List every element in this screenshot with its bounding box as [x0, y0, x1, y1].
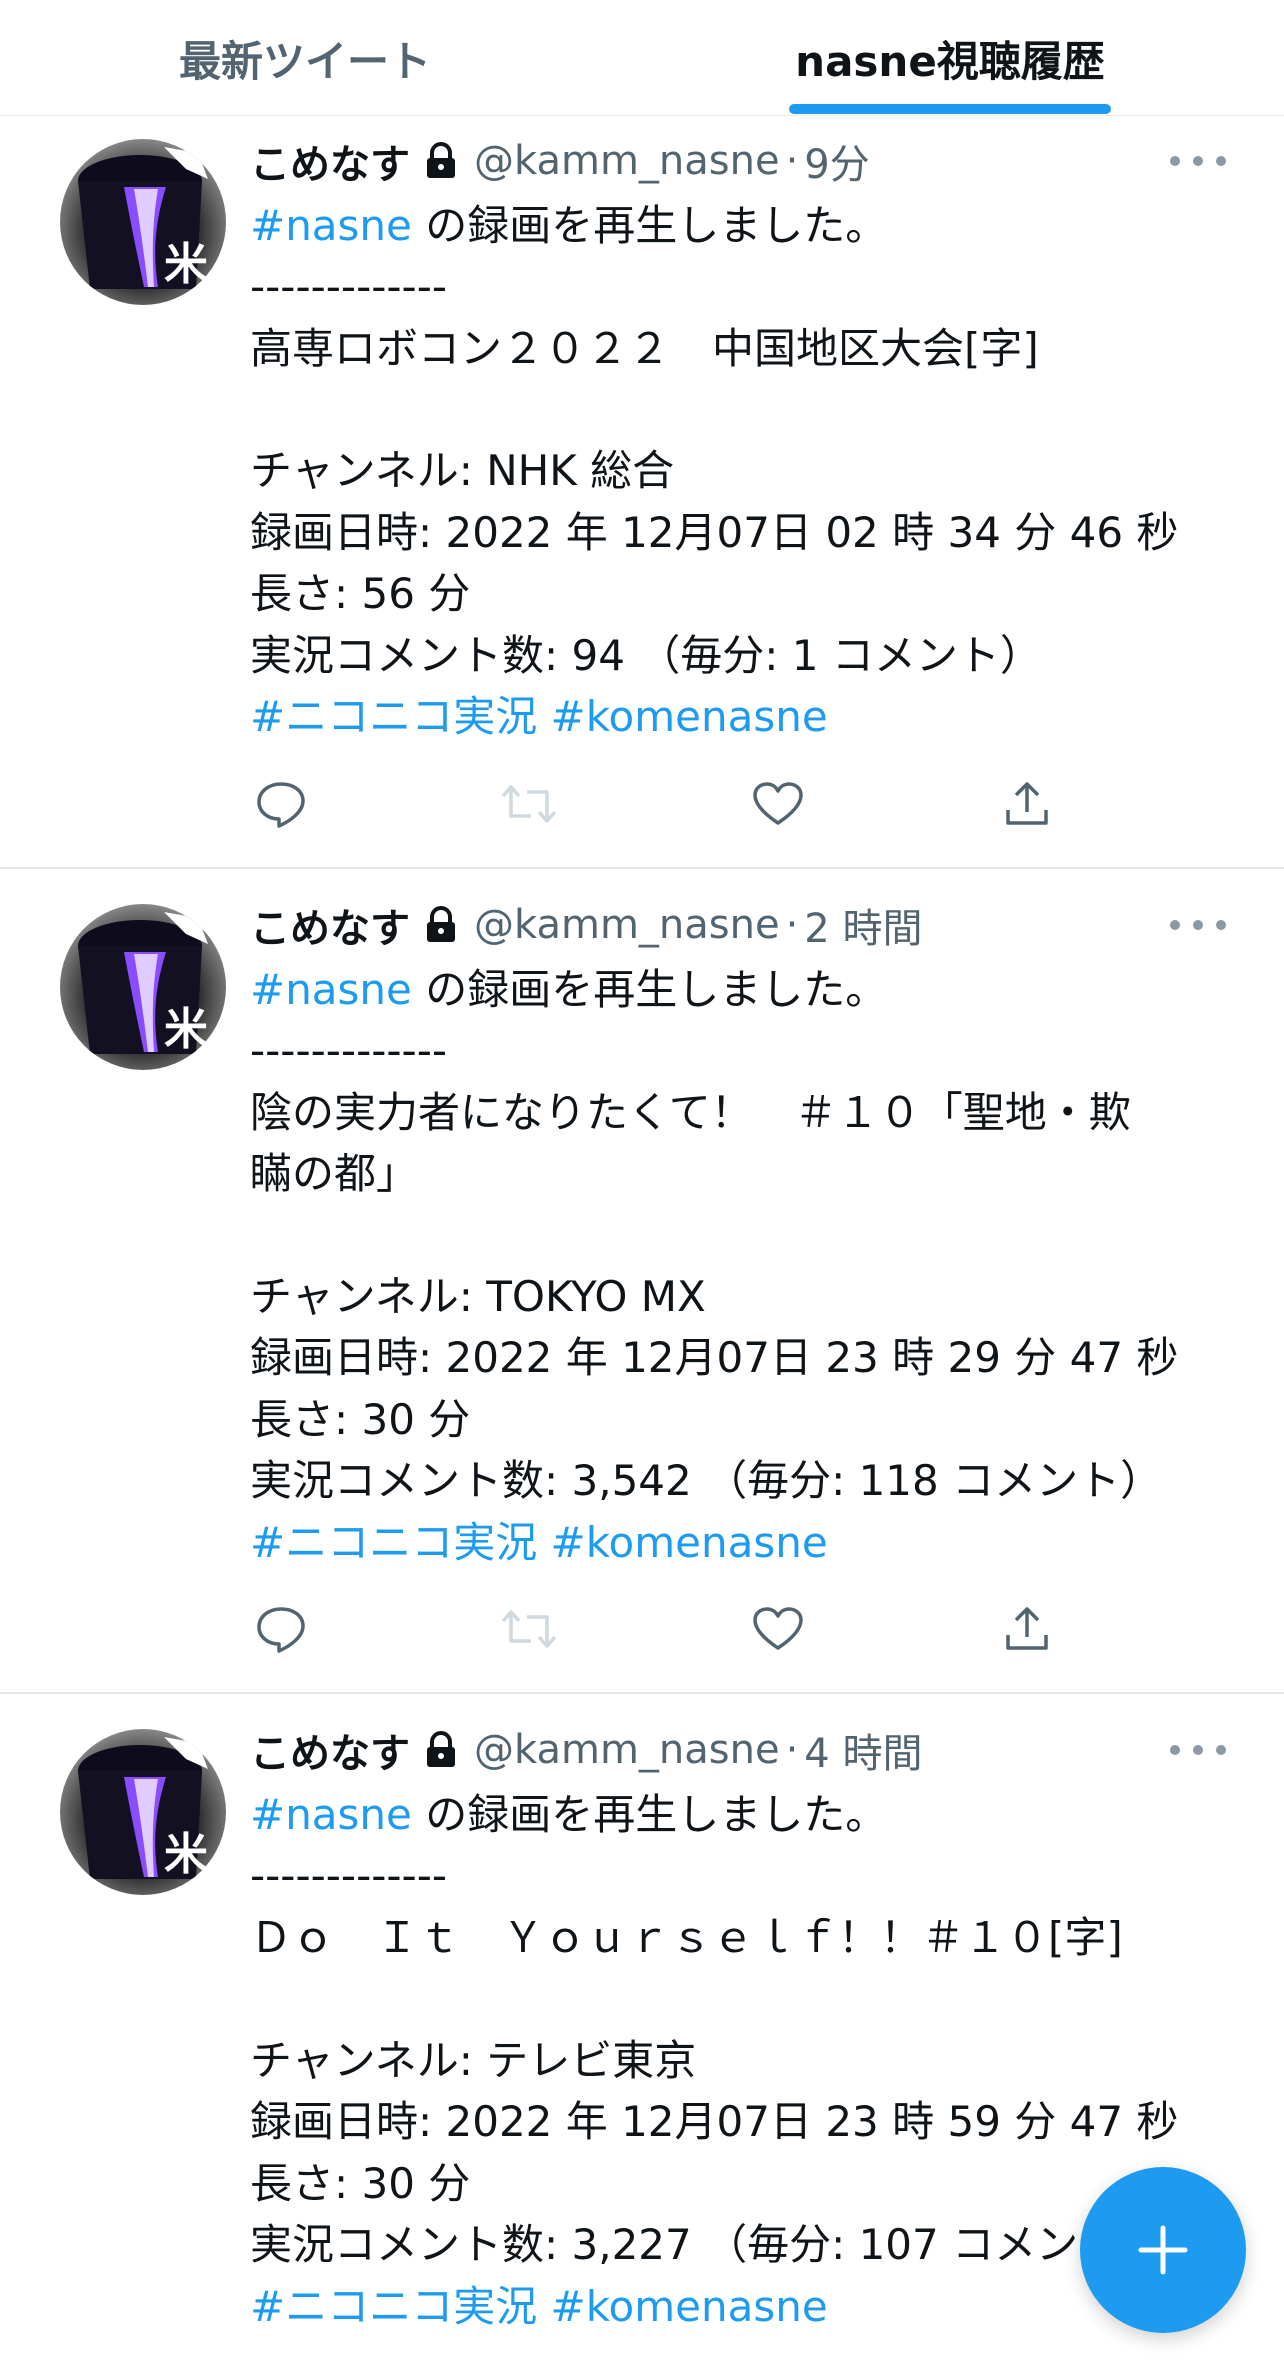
more-icon[interactable] [1170, 1735, 1226, 1765]
lock-icon [424, 1731, 458, 1769]
avatar[interactable]: 米 [60, 904, 226, 1070]
program-title: Ｄｏ Ｉｔ Ｙｏｕｒｓｅｌｆ！！＃１０[字] [250, 1913, 1123, 1962]
divider-text: ------------- [250, 1851, 448, 1900]
tweet-text-intro: #nasne の録画を再生しました。 [250, 195, 887, 257]
avatar[interactable]: 米 [60, 139, 226, 305]
program-title-continued: 瞞の都」 [250, 1149, 419, 1198]
recorded-text: 録画日時: 2022 年 12月07日 23 時 29 分 47 秒 [250, 1333, 1179, 1382]
comments-text: 実況コメント数: 3,227 （毎分: 107 コメント） [250, 2220, 1163, 2269]
svg-text:米: 米 [164, 1829, 208, 1880]
active-tab-indicator [789, 104, 1111, 114]
share-icon[interactable] [996, 773, 1058, 835]
hashtag-link[interactable]: #nasne [250, 1790, 412, 1839]
tweet-time[interactable]: 4 時間 [804, 1721, 922, 1779]
like-icon[interactable] [747, 773, 809, 835]
svg-text:米: 米 [164, 1004, 208, 1055]
display-name[interactable]: こめなす [250, 132, 410, 190]
more-icon[interactable] [1170, 146, 1226, 176]
reply-icon[interactable] [250, 773, 312, 835]
hashtag-link[interactable]: #nasne [250, 201, 412, 250]
separator-dot: · [785, 902, 799, 948]
compose-button[interactable] [1080, 2167, 1246, 2333]
recorded-text: 録画日時: 2022 年 12月07日 02 時 34 分 46 秒 [250, 508, 1179, 557]
tab-latest-label: 最新ツイート [178, 36, 431, 86]
lock-icon [424, 906, 458, 944]
tab-nasne-history[interactable]: nasne視聴履歴 [640, 0, 1260, 116]
tweet-time[interactable]: 9分 [804, 132, 869, 190]
compose-plus-icon [1138, 2225, 1188, 2275]
tweet-time[interactable]: 2 時間 [804, 896, 922, 954]
tweet-header: こめなす @kamm_nasne · 4 時間 [250, 1719, 922, 1781]
tweet-text-intro: #nasne の録画を再生しました。 [250, 959, 887, 1021]
length-text: 長さ: 30 分 [250, 2159, 471, 2208]
tweet-card[interactable]: 米 こめなす @kamm_nasne · 9分 #nasne の録画を再生しまし… [0, 117, 1284, 869]
channel-text: チャンネル: テレビ東京 [250, 2036, 697, 2085]
hashtags-link[interactable]: #ニコニコ実況 #komenasne [250, 1512, 828, 1574]
timeline-tabs: 最新ツイート nasne視聴履歴 [0, 0, 1284, 116]
recorded-text: 録画日時: 2022 年 12月07日 23 時 59 分 47 秒 [250, 2097, 1179, 2146]
comments-text: 実況コメント数: 94 （毎分: 1 コメント） [250, 631, 1042, 680]
hashtags-link[interactable]: #ニコニコ実況 #komenasne [250, 2276, 828, 2338]
tweet-card[interactable]: 米 こめなす @kamm_nasne · 2 時間 #nasne の録画を再生し… [0, 869, 1284, 1694]
tweet-actions [250, 773, 1050, 835]
separator-dot: · [785, 1727, 799, 1773]
divider-text: ------------- [250, 1026, 448, 1075]
retweet-icon[interactable] [498, 773, 560, 835]
retweet-icon[interactable] [498, 1598, 560, 1660]
more-icon[interactable] [1170, 910, 1226, 940]
separator-dot: · [785, 138, 799, 184]
hashtags-link[interactable]: #ニコニコ実況 #komenasne [250, 686, 828, 748]
intro-text: の録画を再生しました。 [411, 201, 888, 250]
tweet-actions [250, 1598, 1050, 1660]
program-title: 高専ロボコン２０２２ 中国地区大会[字] [250, 324, 1039, 373]
hashtag-link[interactable]: #nasne [250, 965, 412, 1014]
length-text: 長さ: 30 分 [250, 1395, 471, 1444]
avatar[interactable]: 米 [60, 1729, 226, 1895]
reply-icon[interactable] [250, 1598, 312, 1660]
intro-text: の録画を再生しました。 [411, 1790, 888, 1839]
program-title: 陰の実力者になりたくて！ ＃１０「聖地・欺 [250, 1088, 1131, 1137]
length-text: 長さ: 56 分 [250, 569, 471, 618]
user-handle[interactable]: @kamm_nasne [474, 1727, 780, 1773]
tab-latest-tweets[interactable]: 最新ツイート [0, 0, 610, 116]
display-name[interactable]: こめなす [250, 1721, 410, 1779]
svg-text:米: 米 [164, 239, 208, 290]
share-icon[interactable] [996, 1598, 1058, 1660]
comments-text: 実況コメント数: 3,542 （毎分: 118 コメント） [250, 1456, 1163, 1505]
user-handle[interactable]: @kamm_nasne [474, 902, 780, 948]
intro-text: の録画を再生しました。 [411, 965, 888, 1014]
user-handle[interactable]: @kamm_nasne [474, 138, 780, 184]
tweet-header: こめなす @kamm_nasne · 2 時間 [250, 894, 922, 956]
tweet-text-intro: #nasne の録画を再生しました。 [250, 1784, 887, 1846]
display-name[interactable]: こめなす [250, 896, 410, 954]
lock-icon [424, 142, 458, 180]
channel-text: チャンネル: TOKYO MX [250, 1272, 706, 1321]
divider-text: ------------- [250, 262, 448, 311]
tab-nasne-label: nasne視聴履歴 [795, 36, 1105, 86]
like-icon[interactable] [747, 1598, 809, 1660]
channel-text: チャンネル: NHK 総合 [250, 446, 675, 495]
tweet-header: こめなす @kamm_nasne · 9分 [250, 130, 870, 192]
